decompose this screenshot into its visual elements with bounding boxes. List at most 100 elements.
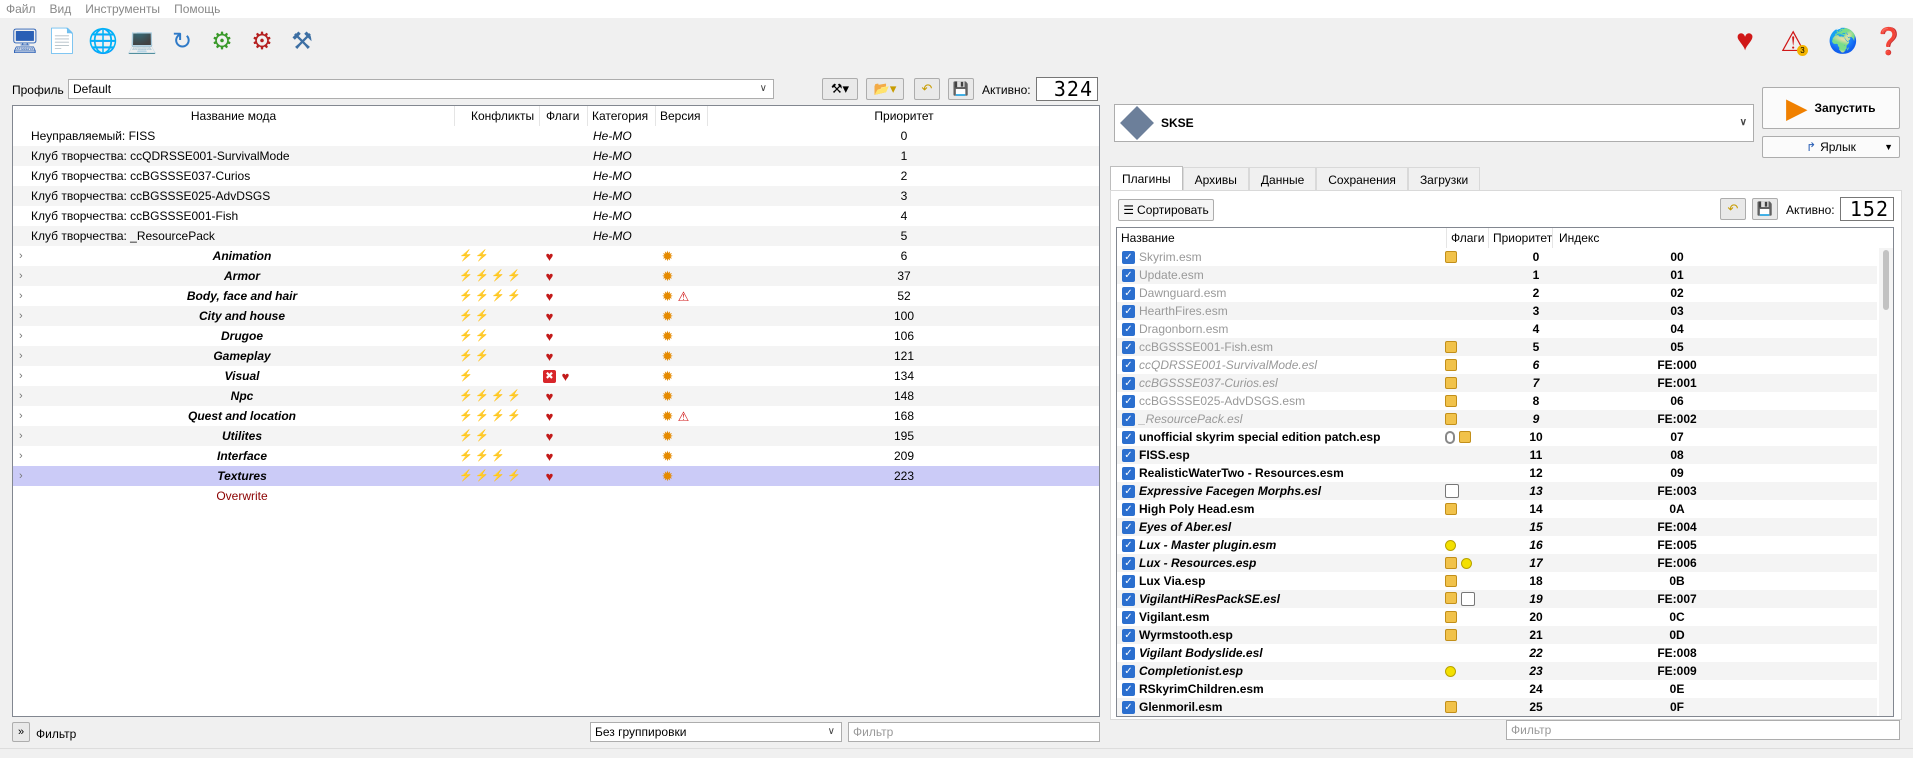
plugin-header-priority[interactable]: Приоритет [1489, 228, 1553, 248]
mod-row[interactable]: Клуб творчества: _ResourcePack Не-MO 5 [13, 226, 1099, 246]
separator-row[interactable]: › Body, face and hair ⚡ ⚡ ⚡ ⚡ ♥ ✹ ⚠ 52 [13, 286, 1099, 306]
separator-row[interactable]: › Animation ⚡ ⚡ ♥ ✹ 6 [13, 246, 1099, 266]
instance-icon[interactable]: 🖥 [8, 24, 42, 58]
mod-filter-input[interactable]: Фильтр [848, 722, 1100, 742]
plugin-checkbox[interactable]: ✓ [1122, 611, 1135, 624]
plugin-row[interactable]: ✓ unofficial skyrim special edition patch… [1117, 428, 1877, 446]
plugin-row[interactable]: ✓ Dawnguard.esm 2 02 [1117, 284, 1877, 302]
run-button[interactable]: ▶ Запустить [1762, 87, 1900, 129]
create-backup-button[interactable]: 💾 [948, 78, 974, 100]
plugin-checkbox[interactable]: ✓ [1122, 467, 1135, 480]
plugin-row[interactable]: ✓ RealisticWaterTwo - Resources.esm 12 09 [1117, 464, 1877, 482]
tab-data[interactable]: Данные [1248, 167, 1317, 191]
refresh-icon[interactable]: ↻ [165, 24, 199, 58]
grouping-select[interactable]: Без группировки ∨ [590, 722, 842, 742]
archive-icon[interactable]: 📄 [45, 24, 79, 58]
tab-downloads[interactable]: Загрузки [1407, 167, 1481, 191]
menu-help[interactable]: Помощь [174, 2, 220, 16]
expand-arrow-icon[interactable]: › [19, 450, 23, 462]
warning-icon[interactable]: ⚠ 3 [1776, 24, 1810, 58]
tab-saves[interactable]: Сохранения [1316, 167, 1408, 191]
plugin-row[interactable]: ✓ ccBGSSSE037-Curios.esl 7 FE:001 [1117, 374, 1877, 392]
plugin-header-name[interactable]: Название [1117, 228, 1447, 248]
plugin-row[interactable]: ✓ Vigilant.esm 20 0C [1117, 608, 1877, 626]
help-icon[interactable]: ❓ [1872, 24, 1906, 58]
expand-arrow-icon[interactable]: › [19, 410, 23, 422]
mod-row[interactable]: Клуб творчества: ccBGSSSE001-Fish Не-MO 4 [13, 206, 1099, 226]
profile-select[interactable]: Default ∨ [68, 79, 774, 99]
plugin-row[interactable]: ✓ Dragonborn.esm 4 04 [1117, 320, 1877, 338]
plugin-row[interactable]: ✓ _ResourcePack.esl 9 FE:002 [1117, 410, 1877, 428]
plugin-checkbox[interactable]: ✓ [1122, 305, 1135, 318]
plugin-row[interactable]: ✓ Lux Via.esp 18 0B [1117, 572, 1877, 590]
sort-button[interactable]: ☰ Сортировать [1118, 199, 1214, 221]
plugin-filter-input[interactable]: Фильтр [1506, 720, 1900, 740]
expand-filter-button[interactable]: » [12, 722, 30, 742]
expand-arrow-icon[interactable]: › [19, 350, 23, 362]
plugin-scrollbar[interactable] [1879, 248, 1893, 716]
plugin-row[interactable]: ✓ Glenmoril.esm 25 0F [1117, 698, 1877, 716]
expand-arrow-icon[interactable]: › [19, 470, 23, 482]
expand-arrow-icon[interactable]: › [19, 390, 23, 402]
plugin-header-flags[interactable]: Флаги [1447, 228, 1489, 248]
plugin-row[interactable]: ✓ Update.esm 1 01 [1117, 266, 1877, 284]
separator-row[interactable]: › Quest and location ⚡ ⚡ ⚡ ⚡ ♥ ✹ ⚠ 168 [13, 406, 1099, 426]
gears-icon[interactable]: ⚙ [205, 24, 239, 58]
plugin-row[interactable]: ✓ ccBGSSSE001-Fish.esm 5 05 [1117, 338, 1877, 356]
menu-view[interactable]: Вид [50, 2, 72, 16]
heart-icon[interactable]: ♥ [1728, 24, 1762, 58]
plugin-list[interactable]: Название Флаги Приоритет Индекс ✓ Skyrim.… [1116, 227, 1894, 717]
plugin-header-index[interactable]: Индекс [1553, 228, 1877, 248]
plugin-row[interactable]: ✓ Wyrmstooth.esp 21 0D [1117, 626, 1877, 644]
tools-icon[interactable]: ⚒ [285, 24, 319, 58]
mod-row[interactable]: Клуб творчества: ccBGSSSE025-AdvDSGS Не-M… [13, 186, 1099, 206]
plugin-row[interactable]: ✓ Eyes of Aber.esl 15 FE:004 [1117, 518, 1877, 536]
plugin-checkbox[interactable]: ✓ [1122, 251, 1135, 264]
expand-arrow-icon[interactable]: › [19, 330, 23, 342]
tab-plugins[interactable]: Плагины [1110, 166, 1183, 191]
plugin-checkbox[interactable]: ✓ [1122, 503, 1135, 516]
expand-arrow-icon[interactable]: › [19, 430, 23, 442]
plugin-row[interactable]: ✓ FISS.esp 11 08 [1117, 446, 1877, 464]
plugin-checkbox[interactable]: ✓ [1122, 701, 1135, 714]
expand-arrow-icon[interactable]: › [19, 370, 23, 382]
plugin-checkbox[interactable]: ✓ [1122, 485, 1135, 498]
expand-arrow-icon[interactable]: › [19, 290, 23, 302]
globe-icon[interactable]: 🌐 [86, 24, 120, 58]
shortcut-button[interactable]: ↱ Ярлык ▼ [1762, 136, 1900, 158]
plugin-checkbox[interactable]: ✓ [1122, 359, 1135, 372]
mod-row[interactable]: Клуб творчества: ccQDRSSE001-SurvivalMod… [13, 146, 1099, 166]
column-header-conflicts[interactable]: Конфликты [455, 106, 540, 126]
plugin-checkbox[interactable]: ✓ [1122, 539, 1135, 552]
plugin-row[interactable]: ✓ VigilantHiResPackSE.esl 19 FE:007 [1117, 590, 1877, 608]
plugin-checkbox[interactable]: ✓ [1122, 665, 1135, 678]
mod-row[interactable]: Неуправляемый: FISS Не-MO 0 [13, 126, 1099, 146]
mod-tools-button[interactable]: ⚒▾ [822, 78, 858, 100]
separator-row[interactable]: › Textures ⚡ ⚡ ⚡ ⚡ ♥ ✹ 223 [13, 466, 1099, 486]
mod-list[interactable]: Название мода Конфликты Флаги Категория … [12, 105, 1100, 717]
separator-row[interactable]: › Visual ⚡ ✖ ♥ ✹ 134 [13, 366, 1099, 386]
separator-row[interactable]: › Gameplay ⚡ ⚡ ♥ ✹ 121 [13, 346, 1099, 366]
plugin-checkbox[interactable]: ✓ [1122, 269, 1135, 282]
plugin-row[interactable]: ✓ Skyrim.esm 0 00 [1117, 248, 1877, 266]
plugin-checkbox[interactable]: ✓ [1122, 323, 1135, 336]
plugin-checkbox[interactable]: ✓ [1122, 647, 1135, 660]
expand-arrow-icon[interactable]: › [19, 310, 23, 322]
plugin-scrollbar-thumb[interactable] [1883, 250, 1889, 310]
plugin-checkbox[interactable]: ✓ [1122, 593, 1135, 606]
plugin-checkbox[interactable]: ✓ [1122, 377, 1135, 390]
menu-file[interactable]: Файл [6, 2, 36, 16]
column-header-priority[interactable]: Приоритет [708, 106, 1099, 126]
plugin-row[interactable]: ✓ ccBGSSSE025-AdvDSGS.esm 8 06 [1117, 392, 1877, 410]
plugin-checkbox[interactable]: ✓ [1122, 557, 1135, 570]
separator-row[interactable]: › City and house ⚡ ⚡ ♥ ✹ 100 [13, 306, 1099, 326]
column-header-version[interactable]: Версия [656, 106, 708, 126]
column-header-flags[interactable]: Флаги [540, 106, 588, 126]
separator-row[interactable]: › Npc ⚡ ⚡ ⚡ ⚡ ♥ ✹ 148 [13, 386, 1099, 406]
plugin-checkbox[interactable]: ✓ [1122, 341, 1135, 354]
plugin-row[interactable]: ✓ RSkyrimChildren.esm 24 0E [1117, 680, 1877, 698]
plugins-restore-button[interactable]: ↶ [1720, 198, 1746, 220]
restore-backup-button[interactable]: ↶ [914, 78, 940, 100]
mod-row[interactable]: Клуб творчества: ccBGSSSE037-Curios Не-MO… [13, 166, 1099, 186]
executable-select[interactable]: SKSE ∨ [1114, 104, 1754, 142]
